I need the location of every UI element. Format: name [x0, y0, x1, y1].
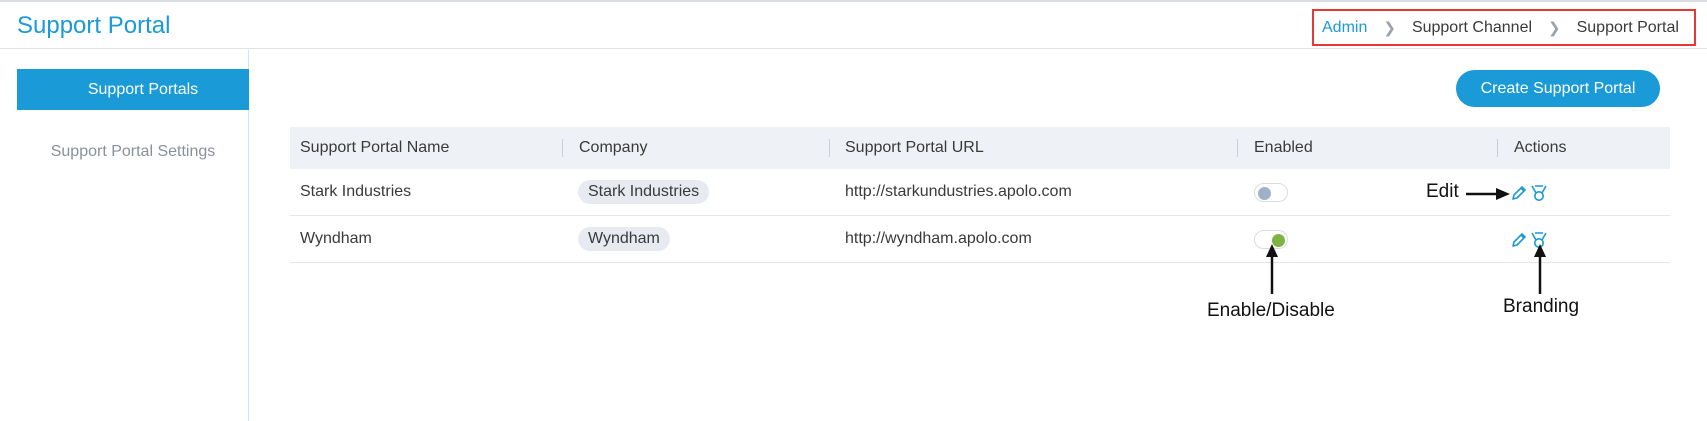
- breadcrumb-admin[interactable]: Admin: [1322, 19, 1367, 37]
- portal-name: Wyndham: [300, 230, 372, 247]
- annotation-edit-label: Edit: [1426, 181, 1459, 202]
- company-tag: Stark Industries: [578, 180, 710, 204]
- annotation-branding-label: Branding: [1503, 296, 1580, 317]
- chevron-right-icon: ❯: [1383, 19, 1396, 37]
- enabled-toggle[interactable]: [1254, 183, 1288, 202]
- create-support-portal-button[interactable]: Create Support Portal: [1456, 70, 1660, 107]
- sidebar-item-support-portals[interactable]: Support Portals: [17, 69, 249, 110]
- table-row: Wyndham Wyndham http://wyndham.apolo.com: [290, 216, 1670, 263]
- column-divider: [829, 139, 830, 157]
- breadcrumb: Admin ❯ Support Channel ❯ Support Portal: [1312, 9, 1696, 46]
- portal-name: Stark Industries: [300, 183, 412, 200]
- arrow-right-icon: [1466, 188, 1510, 200]
- support-portal-table: Support Portal Name Company Support Port…: [290, 127, 1670, 263]
- page-title: Support Portal: [17, 12, 171, 39]
- portal-url: http://wyndham.apolo.com: [845, 230, 1032, 247]
- column-header-company[interactable]: Company: [579, 127, 647, 169]
- annotation-enable-disable-label: Enable/Disable: [1207, 300, 1335, 321]
- portal-url: http://starkundustries.apolo.com: [845, 183, 1072, 200]
- sidebar-item-support-portal-settings[interactable]: Support Portal Settings: [17, 131, 249, 172]
- branding-icon[interactable]: [1530, 184, 1548, 202]
- breadcrumb-support-channel[interactable]: Support Channel: [1412, 19, 1532, 37]
- page-header: Support Portal Admin ❯ Support Channel ❯…: [0, 2, 1707, 49]
- column-divider: [1237, 139, 1238, 157]
- arrow-up-icon: [1266, 244, 1278, 294]
- column-header-name[interactable]: Support Portal Name: [300, 127, 449, 169]
- column-divider: [1497, 139, 1498, 157]
- column-header-actions: Actions: [1514, 139, 1567, 156]
- arrow-up-icon: [1534, 244, 1546, 294]
- column-header-enabled[interactable]: Enabled: [1254, 127, 1313, 169]
- table-row: Stark Industries Stark Industries http:/…: [290, 169, 1670, 216]
- table-header: Support Portal Name Company Support Port…: [290, 127, 1670, 169]
- sidebar: Support Portals Support Portal Settings: [0, 50, 249, 421]
- pencil-icon[interactable]: [1510, 231, 1528, 249]
- breadcrumb-support-portal: Support Portal: [1576, 18, 1679, 36]
- chevron-right-icon: ❯: [1548, 19, 1561, 37]
- column-divider: [562, 139, 563, 157]
- company-tag: Wyndham: [578, 227, 670, 251]
- pencil-icon[interactable]: [1510, 184, 1528, 202]
- column-header-url[interactable]: Support Portal URL: [845, 127, 984, 169]
